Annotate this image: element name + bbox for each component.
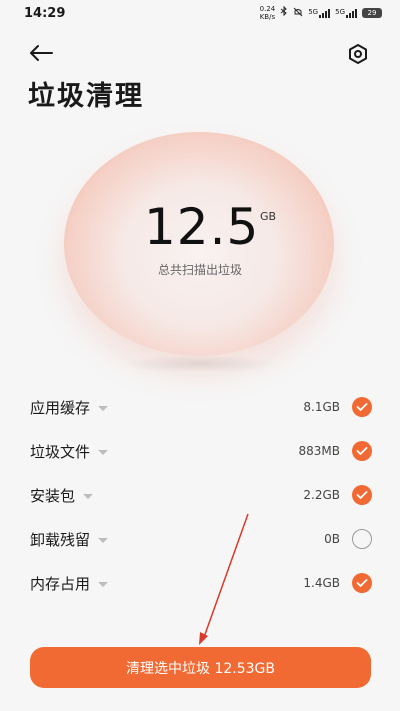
item-size: 883MB [298, 444, 341, 458]
caret-down-icon[interactable] [83, 493, 94, 499]
item-label: 内存占用 [30, 574, 91, 593]
network-speed-value: 0.24 [259, 5, 276, 13]
settings-button[interactable] [344, 40, 372, 68]
item-size: 8.1GB [303, 400, 340, 414]
item-size: 2.2GB [303, 488, 340, 502]
junk-total-value: 12.5 [144, 198, 260, 256]
item-label: 应用缓存 [30, 398, 91, 417]
item-label: 安装包 [30, 486, 76, 505]
mute-icon [293, 7, 303, 20]
check-icon [356, 447, 368, 455]
bluetooth-icon [280, 5, 288, 20]
item-checkbox[interactable] [352, 441, 372, 461]
orb-shadow [120, 355, 280, 373]
caret-down-icon[interactable] [98, 537, 109, 543]
check-icon [356, 491, 368, 499]
sim1-label: 5G [308, 8, 319, 16]
status-icons: 0.24 KB/s 5G 5G 29 [260, 5, 382, 21]
arrow-left-icon [30, 45, 53, 61]
check-icon [356, 403, 368, 411]
clean-selected-button[interactable]: 清理选中垃圾 12.53GB [30, 647, 371, 688]
network-speed-unit: KB/s [259, 13, 276, 21]
item-label: 垃圾文件 [30, 442, 91, 461]
junk-category-list: 应用缓存 8.1GB 垃圾文件 883MB 安装包 2.2GB 卸载残留 0B … [0, 385, 400, 605]
network-speed: 0.24 KB/s [260, 5, 276, 21]
sim2-signal-icon: 5G [335, 8, 357, 18]
item-checkbox[interactable] [352, 573, 372, 593]
item-checkbox[interactable] [352, 485, 372, 505]
caret-down-icon[interactable] [98, 581, 109, 587]
battery-icon: 29 [362, 8, 382, 18]
caret-down-icon[interactable] [98, 405, 109, 411]
item-size: 0B [324, 532, 340, 546]
sim2-label: 5G [335, 8, 345, 16]
hexagon-gear-icon [349, 44, 367, 64]
sim1-signal-icon: 5G [308, 8, 331, 18]
item-size: 1.4GB [303, 576, 340, 590]
item-checkbox[interactable] [352, 397, 372, 417]
status-bar: 14:29 0.24 KB/s 5G 5G 29 [0, 0, 400, 26]
junk-total-unit: GB [260, 210, 277, 223]
back-button[interactable] [26, 38, 56, 68]
junk-item-app-cache[interactable]: 应用缓存 8.1GB [0, 385, 400, 429]
check-icon [356, 579, 368, 587]
caret-down-icon[interactable] [98, 449, 109, 455]
junk-total-caption: 总共扫描出垃圾 [157, 263, 242, 277]
item-label: 卸载残留 [30, 530, 91, 549]
junk-item-uninstall-residue[interactable]: 卸载残留 0B [0, 517, 400, 561]
item-checkbox[interactable] [352, 529, 372, 549]
junk-item-junk-files[interactable]: 垃圾文件 883MB [0, 429, 400, 473]
page-title: 垃圾清理 [28, 81, 144, 112]
junk-item-memory-usage[interactable]: 内存占用 1.4GB [0, 561, 400, 605]
status-time: 14:29 [24, 5, 66, 21]
junk-item-install-packages[interactable]: 安装包 2.2GB [0, 473, 400, 517]
